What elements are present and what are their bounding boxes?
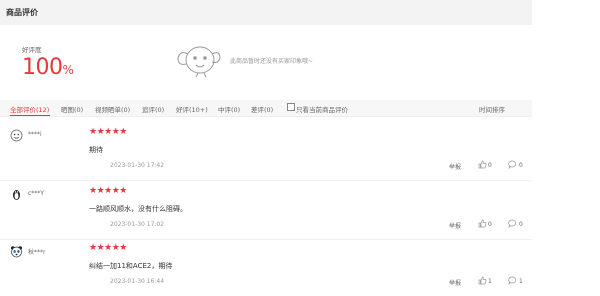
- section-title: 商品评价: [6, 8, 38, 17]
- review-username: c***Y: [28, 190, 44, 197]
- review-content: 纠结一加11和ACE2，期待: [89, 262, 173, 270]
- comment-count: 0: [519, 221, 523, 228]
- review-item: 秋***r ★★★★★ 纠结一加11和ACE2，期待 2023-01-30 16…: [0, 236, 532, 296]
- review-username: 秋***r: [28, 249, 46, 256]
- smiley-avatar-icon: [10, 129, 23, 142]
- review-username: ****i: [28, 131, 42, 138]
- dog-mascot-icon: [177, 46, 221, 78]
- section-header: 商品评价: [0, 0, 532, 25]
- filter-positive[interactable]: 好评(10+): [176, 104, 208, 114]
- comment-icon[interactable]: [508, 219, 517, 228]
- report-link[interactable]: 举报: [449, 278, 461, 287]
- filter-negative[interactable]: 差评(0): [251, 104, 273, 114]
- filter-photos[interactable]: 晒图(0): [61, 104, 83, 114]
- no-impression-text: 此商品暂时还没有买家印象哦~: [230, 58, 314, 65]
- thumbs-up-icon[interactable]: [478, 276, 487, 285]
- filter-bar: 全部评价(12) 晒图(0) 视频晒单(0) 追评(0) 好评(10+) 中评(…: [0, 100, 532, 117]
- review-stars: ★★★★★: [89, 243, 127, 253]
- review-item: ****i ★★★★★ 期待 2023-01-30 17:42 举报 0 0: [0, 120, 532, 181]
- filter-videos[interactable]: 视频晒单(0): [95, 104, 130, 114]
- review-time: 2023-01-30 17:42: [110, 162, 165, 169]
- review-stars: ★★★★★: [89, 186, 127, 196]
- filter-neutral[interactable]: 中评(0): [218, 104, 240, 114]
- thumbs-up-icon[interactable]: [478, 160, 487, 169]
- thumbs-up-icon[interactable]: [478, 219, 487, 228]
- sort-by-time[interactable]: 时间排序: [479, 104, 505, 114]
- like-count: 0: [488, 162, 492, 169]
- review-stars: ★★★★★: [89, 127, 127, 137]
- comment-count: 1: [519, 278, 523, 285]
- panda-avatar-icon: [11, 246, 22, 258]
- filter-followup[interactable]: 追评(0): [142, 104, 164, 114]
- review-time: 2023-01-30 17:02: [110, 221, 165, 228]
- review-time: 2023-01-30 16:44: [110, 278, 165, 285]
- good-rate-number: 100: [22, 55, 63, 80]
- review-content: 期待: [89, 146, 103, 154]
- only-current-label: 只看当前商品评价: [296, 106, 348, 114]
- only-current-checkbox[interactable]: [287, 103, 295, 111]
- review-content: 一路顺风顺水，没有什么阻碍。: [89, 205, 187, 213]
- report-link[interactable]: 举报: [449, 162, 461, 171]
- good-rate-value: 100%: [22, 55, 74, 80]
- review-item: c***Y ★★★★★ 一路顺风顺水，没有什么阻碍。 2023-01-30 17…: [0, 179, 532, 240]
- comment-count: 0: [519, 162, 523, 169]
- comment-icon[interactable]: [508, 276, 517, 285]
- like-count: 0: [488, 221, 492, 228]
- like-count: 1: [488, 278, 492, 285]
- comment-icon[interactable]: [508, 160, 517, 169]
- active-filter-underline: [10, 115, 50, 116]
- report-link[interactable]: 举报: [449, 221, 461, 230]
- penguin-avatar-icon: [13, 190, 20, 200]
- filter-all[interactable]: 全部评价(12): [10, 104, 49, 114]
- good-rate-label: 好评度: [22, 46, 42, 54]
- good-rate-unit: %: [62, 63, 74, 77]
